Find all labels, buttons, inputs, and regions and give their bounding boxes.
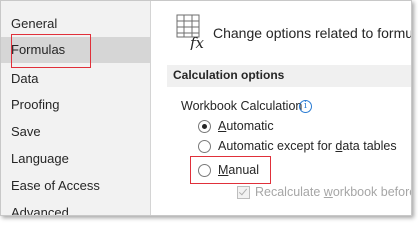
- section-header-calculation: Calculation options: [167, 65, 411, 87]
- sidebar-item-data[interactable]: Data: [1, 66, 150, 92]
- section-title: Calculation options: [173, 68, 285, 82]
- info-icon[interactable]: i: [299, 100, 312, 113]
- options-sidebar: General Formulas Data Proofing Save Lang…: [1, 1, 151, 215]
- radio-automatic-except-data-tables[interactable]: [198, 140, 211, 153]
- recalculate-before-save-checkbox[interactable]: [237, 186, 250, 199]
- highlight-box-manual: [190, 156, 271, 184]
- sidebar-item-save[interactable]: Save: [1, 119, 150, 145]
- workbook-calculation-label: Workbook Calculation: [181, 99, 303, 113]
- sidebar-gap: [151, 1, 161, 215]
- options-main-panel: fx Change options related to formula cal…: [161, 1, 411, 215]
- svg-text:fx: fx: [189, 34, 205, 50]
- recalculate-before-save-label[interactable]: Recalculate workbook before saving: [255, 185, 411, 199]
- sidebar-item-advanced[interactable]: Advanced: [1, 200, 150, 215]
- sidebar-item-language[interactable]: Language: [1, 146, 150, 172]
- formula-fx-icon: fx: [176, 14, 205, 50]
- radio-automatic[interactable]: [198, 120, 211, 133]
- option-automatic-except-label[interactable]: Automatic except for data tables: [218, 139, 397, 153]
- excel-options-dialog: General Formulas Data Proofing Save Lang…: [0, 0, 412, 216]
- highlight-box-formulas: [11, 34, 91, 68]
- page-header-text: Change options related to formula calcul…: [213, 25, 412, 41]
- option-automatic-label[interactable]: Automatic: [218, 119, 274, 133]
- sidebar-item-proofing[interactable]: Proofing: [1, 92, 150, 118]
- sidebar-item-ease-of-access[interactable]: Ease of Access: [1, 173, 150, 199]
